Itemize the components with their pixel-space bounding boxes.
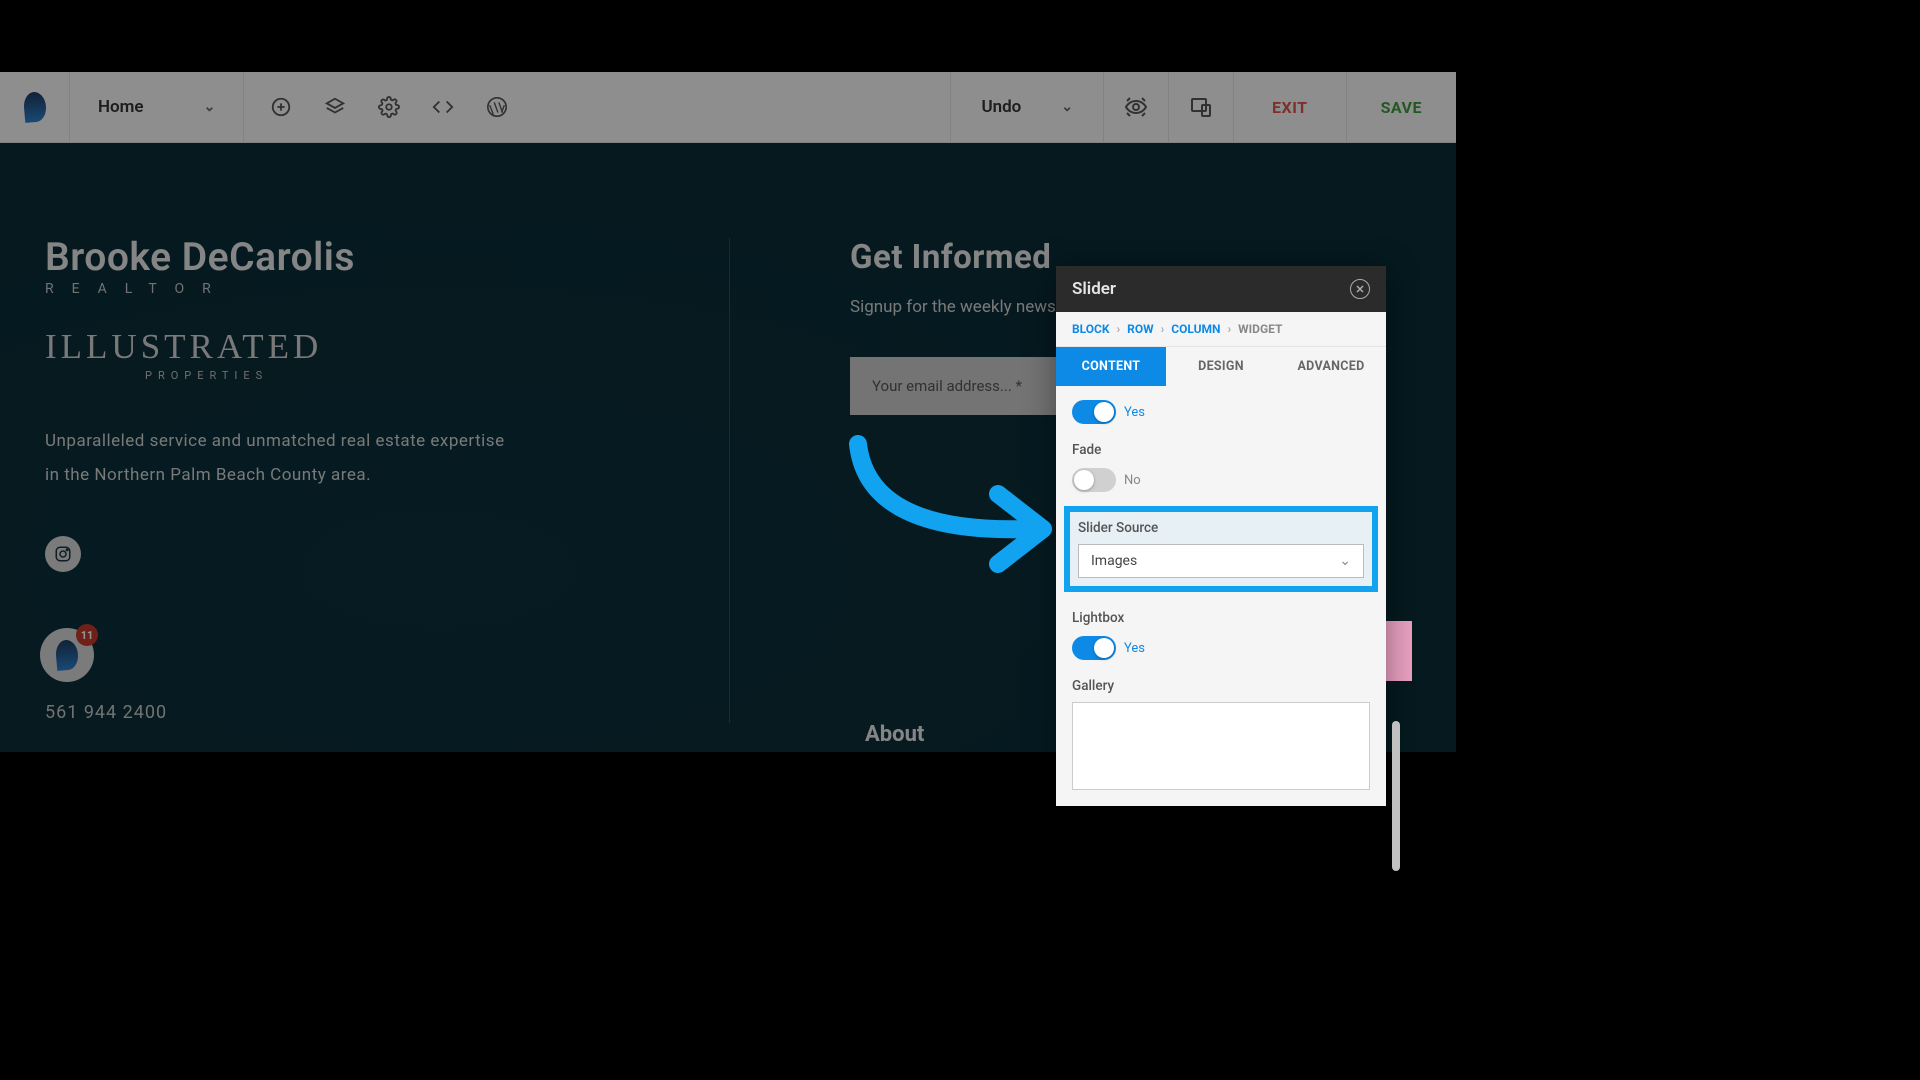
undo-label: Undo: [981, 97, 1021, 117]
code-icon[interactable]: [432, 96, 454, 118]
crumb-row[interactable]: ROW: [1127, 322, 1153, 336]
crumb-block[interactable]: BLOCK: [1072, 322, 1110, 336]
undo-dropdown[interactable]: Undo ⌄: [950, 72, 1104, 142]
email-field[interactable]: Your email address... *: [850, 357, 1070, 415]
fade-label: Fade: [1072, 442, 1370, 458]
preview-icon[interactable]: [1104, 72, 1169, 142]
gallery-dropzone[interactable]: [1072, 702, 1370, 790]
close-icon[interactable]: ✕: [1350, 279, 1370, 299]
panel-title: Slider: [1072, 279, 1116, 299]
add-icon[interactable]: [270, 96, 292, 118]
page-selector[interactable]: Home ⌄: [70, 72, 244, 142]
exit-button[interactable]: EXIT: [1234, 72, 1347, 142]
phone-number: 561 944 2400: [45, 702, 689, 723]
brand-company-sub: PROPERTIES: [145, 369, 689, 382]
slider-source-highlight: Slider Source Images ⌄: [1064, 506, 1378, 592]
instagram-icon[interactable]: [45, 536, 81, 572]
slider-source-value: Images: [1091, 553, 1137, 569]
gear-icon[interactable]: [378, 96, 400, 118]
tab-content[interactable]: CONTENT: [1056, 347, 1166, 386]
notification-count: 11: [76, 624, 98, 646]
toggle-lightbox[interactable]: [1072, 636, 1116, 660]
tab-design[interactable]: DESIGN: [1166, 347, 1276, 386]
wordpress-icon[interactable]: [486, 96, 508, 118]
slider-source-select[interactable]: Images ⌄: [1078, 544, 1364, 578]
layers-icon[interactable]: [324, 96, 346, 118]
tab-advanced[interactable]: ADVANCED: [1276, 347, 1386, 386]
toggle-top[interactable]: [1072, 400, 1116, 424]
crumb-column[interactable]: COLUMN: [1171, 322, 1220, 336]
brand-role: REALTOR: [45, 281, 689, 297]
widget-settings-panel: Slider ✕ BLOCK › ROW › COLUMN › WIDGET C…: [1056, 266, 1386, 806]
brand-name: Brooke DeCarolis: [45, 238, 689, 277]
chevron-down-icon: ⌄: [1061, 99, 1073, 115]
chevron-down-icon: ⌄: [204, 99, 216, 115]
panel-header: Slider ✕: [1056, 266, 1386, 312]
responsive-icon[interactable]: [1169, 72, 1234, 142]
slider-source-label: Slider Source: [1078, 520, 1364, 536]
pink-edge: [1386, 621, 1412, 681]
toggle-fade[interactable]: [1072, 468, 1116, 492]
brand-company: ILLUSTRATED: [45, 327, 689, 367]
editor-toolbar: Home ⌄ Undo ⌄: [0, 72, 1456, 143]
toggle-top-label: Yes: [1124, 405, 1145, 420]
breadcrumb: BLOCK › ROW › COLUMN › WIDGET: [1056, 312, 1386, 347]
save-button[interactable]: SAVE: [1347, 72, 1456, 142]
page-name: Home: [98, 97, 144, 117]
help-badge[interactable]: 11: [40, 628, 94, 682]
toggle-fade-label: No: [1124, 473, 1141, 488]
gallery-label: Gallery: [1072, 678, 1370, 694]
app-logo[interactable]: [0, 72, 70, 142]
lightbox-label: Lightbox: [1072, 610, 1370, 626]
crumb-widget: WIDGET: [1238, 322, 1282, 336]
toggle-lightbox-label: Yes: [1124, 641, 1145, 656]
flame-icon: [55, 639, 80, 671]
flame-icon: [22, 91, 47, 123]
tagline: Unparalleled service and unmatched real …: [45, 424, 689, 492]
panel-scrollbar[interactable]: [1392, 721, 1400, 871]
panel-tabs: CONTENT DESIGN ADVANCED: [1056, 347, 1386, 386]
chevron-down-icon: ⌄: [1339, 553, 1351, 569]
